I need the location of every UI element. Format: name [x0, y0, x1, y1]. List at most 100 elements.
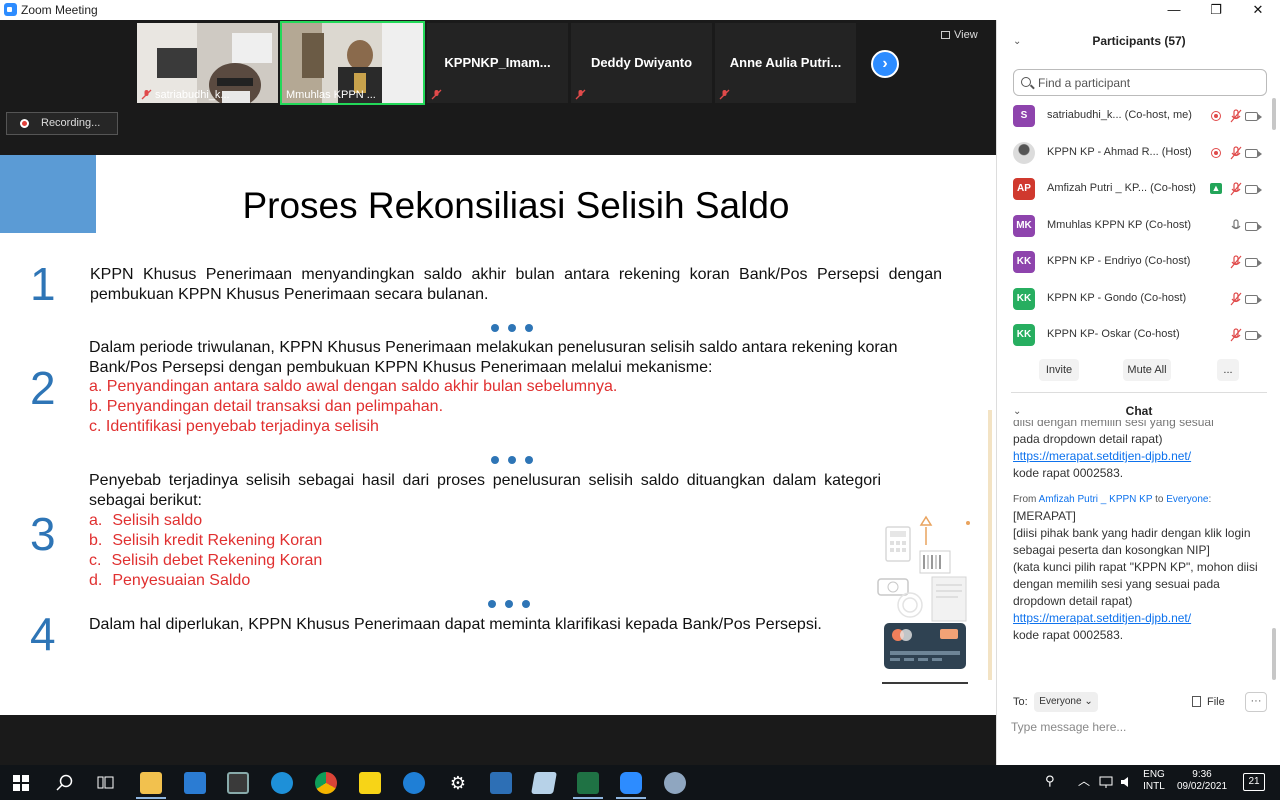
file-icon — [1192, 696, 1201, 707]
participant-row[interactable]: AP Amfizah Putri _ KP... (Co-host) ▲ — [1013, 177, 1265, 201]
participant-row[interactable]: KK KPPN KP - Gondo (Co-host) — [1013, 287, 1265, 311]
participant-row[interactable]: KK KPPN KP - Endriyo (Co-host) — [1013, 250, 1265, 274]
camera-icon[interactable] — [1245, 148, 1262, 158]
chat-line-clipped: diisi dengan memilih sesi yang sesuai — [1013, 420, 1214, 429]
tray-chevron-up-icon[interactable]: ︿ — [1078, 775, 1090, 787]
view-label: View — [954, 29, 978, 41]
input-language[interactable]: ENG INTL — [1140, 769, 1168, 793]
zoom-app-icon — [4, 3, 17, 16]
participant-name: KPPN KP- Oskar (Co-host) — [1047, 328, 1180, 340]
camera-icon[interactable] — [1245, 221, 1262, 231]
participant-name: KPPN KP - Endriyo (Co-host) — [1047, 255, 1191, 267]
search-placeholder: Find a participant — [1038, 76, 1131, 90]
clock[interactable]: 9:36 09/02/2021 — [1172, 769, 1232, 793]
chat-link[interactable]: https://merapat.setditjen-djpb.net/ — [1013, 611, 1191, 625]
maximize-button[interactable]: ❐ — [1196, 0, 1236, 20]
participant-name: Amfizah Putri _ KP... (Co-host) — [1047, 182, 1196, 194]
mic-off-icon[interactable] — [1229, 328, 1243, 342]
invite-button[interactable]: Invite — [1039, 359, 1079, 381]
chat-recipient: Everyone — [1166, 494, 1209, 505]
people-icon[interactable]: ⚲ — [1045, 774, 1055, 787]
slide-corner-accent — [0, 155, 96, 233]
participant-row[interactable]: KK KPPN KP- Oskar (Co-host) — [1013, 323, 1265, 347]
photos-icon[interactable] — [490, 772, 512, 794]
video-tile-5[interactable]: Anne Aulia Putri... — [715, 23, 856, 103]
slide-title: Proses Rekonsiliasi Selisih Saldo — [242, 185, 790, 226]
tile-name: KPPNKP_Imam... — [444, 55, 551, 70]
sticky-notes-icon[interactable] — [359, 772, 381, 794]
network-icon[interactable] — [1099, 776, 1113, 788]
mail-icon[interactable] — [184, 772, 206, 794]
camera-icon[interactable] — [1245, 185, 1262, 194]
excel-icon[interactable] — [577, 772, 599, 794]
chat-scrollbar[interactable] — [1272, 628, 1276, 680]
search-icon — [1021, 77, 1031, 87]
windows-start-icon[interactable] — [13, 775, 29, 791]
next-page-arrow-icon[interactable]: › — [871, 50, 899, 78]
mic-on-icon[interactable] — [1229, 218, 1243, 233]
step-2-item-c: c. Identifikasi penyebab terjadinya seli… — [89, 418, 379, 435]
mute-all-button[interactable]: Mute All — [1123, 359, 1171, 381]
camera-icon[interactable] — [1245, 112, 1262, 121]
mic-off-icon[interactable] — [1229, 182, 1243, 196]
video-tile-4[interactable]: Deddy Dwiyanto — [571, 23, 712, 103]
file-explorer-icon[interactable] — [140, 772, 162, 794]
camera-icon[interactable] — [1245, 294, 1262, 304]
chat-message-list: diisi dengan memilih sesi yang sesuai pa… — [1013, 420, 1267, 682]
taskbar-search-icon[interactable] — [56, 774, 74, 792]
video-tile-3[interactable]: KPPNKP_Imam... — [427, 23, 568, 103]
mic-off-icon[interactable] — [1229, 145, 1243, 160]
step-number-4: 4 — [30, 608, 56, 660]
chat-recipient-select[interactable]: Everyone ⌄ — [1034, 692, 1098, 712]
mic-off-icon — [431, 89, 442, 100]
notification-center-icon[interactable]: 21 — [1243, 773, 1265, 791]
participant-row[interactable]: KPPN KP - Ahmad R... (Host) — [1013, 141, 1265, 165]
store-icon[interactable] — [227, 772, 249, 794]
camera-icon[interactable] — [1245, 258, 1262, 267]
chat-line: pada dropdown detail rapat) — [1013, 432, 1163, 446]
chat-more-button[interactable]: ··· — [1245, 692, 1267, 712]
camera-icon[interactable] — [1245, 331, 1262, 340]
step-1-text: KPPN Khusus Penerimaan menyandingkan sal… — [90, 266, 942, 303]
mic-off-icon[interactable] — [1229, 255, 1243, 269]
view-button[interactable]: View — [941, 29, 978, 41]
chat-link[interactable]: https://merapat.setditjen-djpb.net/ — [1013, 449, 1191, 463]
avatar: MK — [1013, 214, 1035, 237]
participant-row[interactable]: MK Mmuhlas KPPN KP (Co-host) — [1013, 214, 1265, 238]
mic-off-icon — [719, 89, 730, 100]
step-3-item-d: d. Penyesuaian Saldo — [89, 572, 251, 589]
recording-label: Recording... — [41, 117, 101, 129]
participant-row[interactable]: Ssatriabudhi_k... (Co-host, me) — [1013, 104, 1265, 128]
minimize-button[interactable]: — — [1154, 0, 1194, 20]
tile-name: satriabudhi_k... — [155, 89, 230, 101]
chat-line: (kata kunci pilih rapat "KPPN KP", mohon… — [1013, 560, 1258, 608]
close-button[interactable]: ✕ — [1238, 0, 1278, 20]
participant-search-input[interactable]: Find a participant — [1013, 69, 1267, 96]
video-tile-1[interactable]: satriabudhi_k... — [137, 23, 278, 103]
participants-scrollbar[interactable] — [1272, 98, 1276, 130]
task-view-icon[interactable] — [97, 775, 115, 791]
chrome-icon[interactable] — [315, 772, 337, 794]
notes-app-icon[interactable] — [531, 772, 557, 794]
chat-message-input[interactable]: Type message here... — [1011, 720, 1126, 734]
to-label: To: — [1013, 696, 1028, 708]
edge-icon[interactable] — [403, 772, 425, 794]
paint-icon[interactable] — [664, 772, 686, 794]
internet-explorer-icon[interactable] — [271, 772, 293, 794]
file-button[interactable]: File — [1192, 696, 1225, 708]
step-2-item-a: a. Penyandingan antara saldo awal dengan… — [89, 378, 618, 395]
slide-scrollbar[interactable] — [988, 410, 992, 680]
mic-off-icon[interactable] — [1229, 109, 1243, 123]
recording-indicator[interactable]: Recording... — [6, 112, 118, 135]
participants-more-button[interactable]: ... — [1217, 359, 1239, 381]
settings-gear-icon[interactable]: ⚙ — [447, 772, 469, 794]
mic-off-icon[interactable] — [1229, 291, 1243, 306]
chat-line: [diisi pihak bank yang hadir dengan klik… — [1013, 526, 1251, 557]
record-icon — [20, 119, 29, 128]
step-number-2: 2 — [30, 362, 56, 414]
zoom-taskbar-icon[interactable] — [620, 772, 642, 794]
tile-name: Mmuhlas KPPN ... — [286, 89, 376, 101]
chat-sender-name[interactable]: Amfizah Putri _ KPPN KP — [1039, 494, 1153, 505]
video-tile-2-active-speaker[interactable]: Mmuhlas KPPN ... — [280, 21, 425, 105]
volume-icon[interactable] — [1120, 776, 1134, 788]
